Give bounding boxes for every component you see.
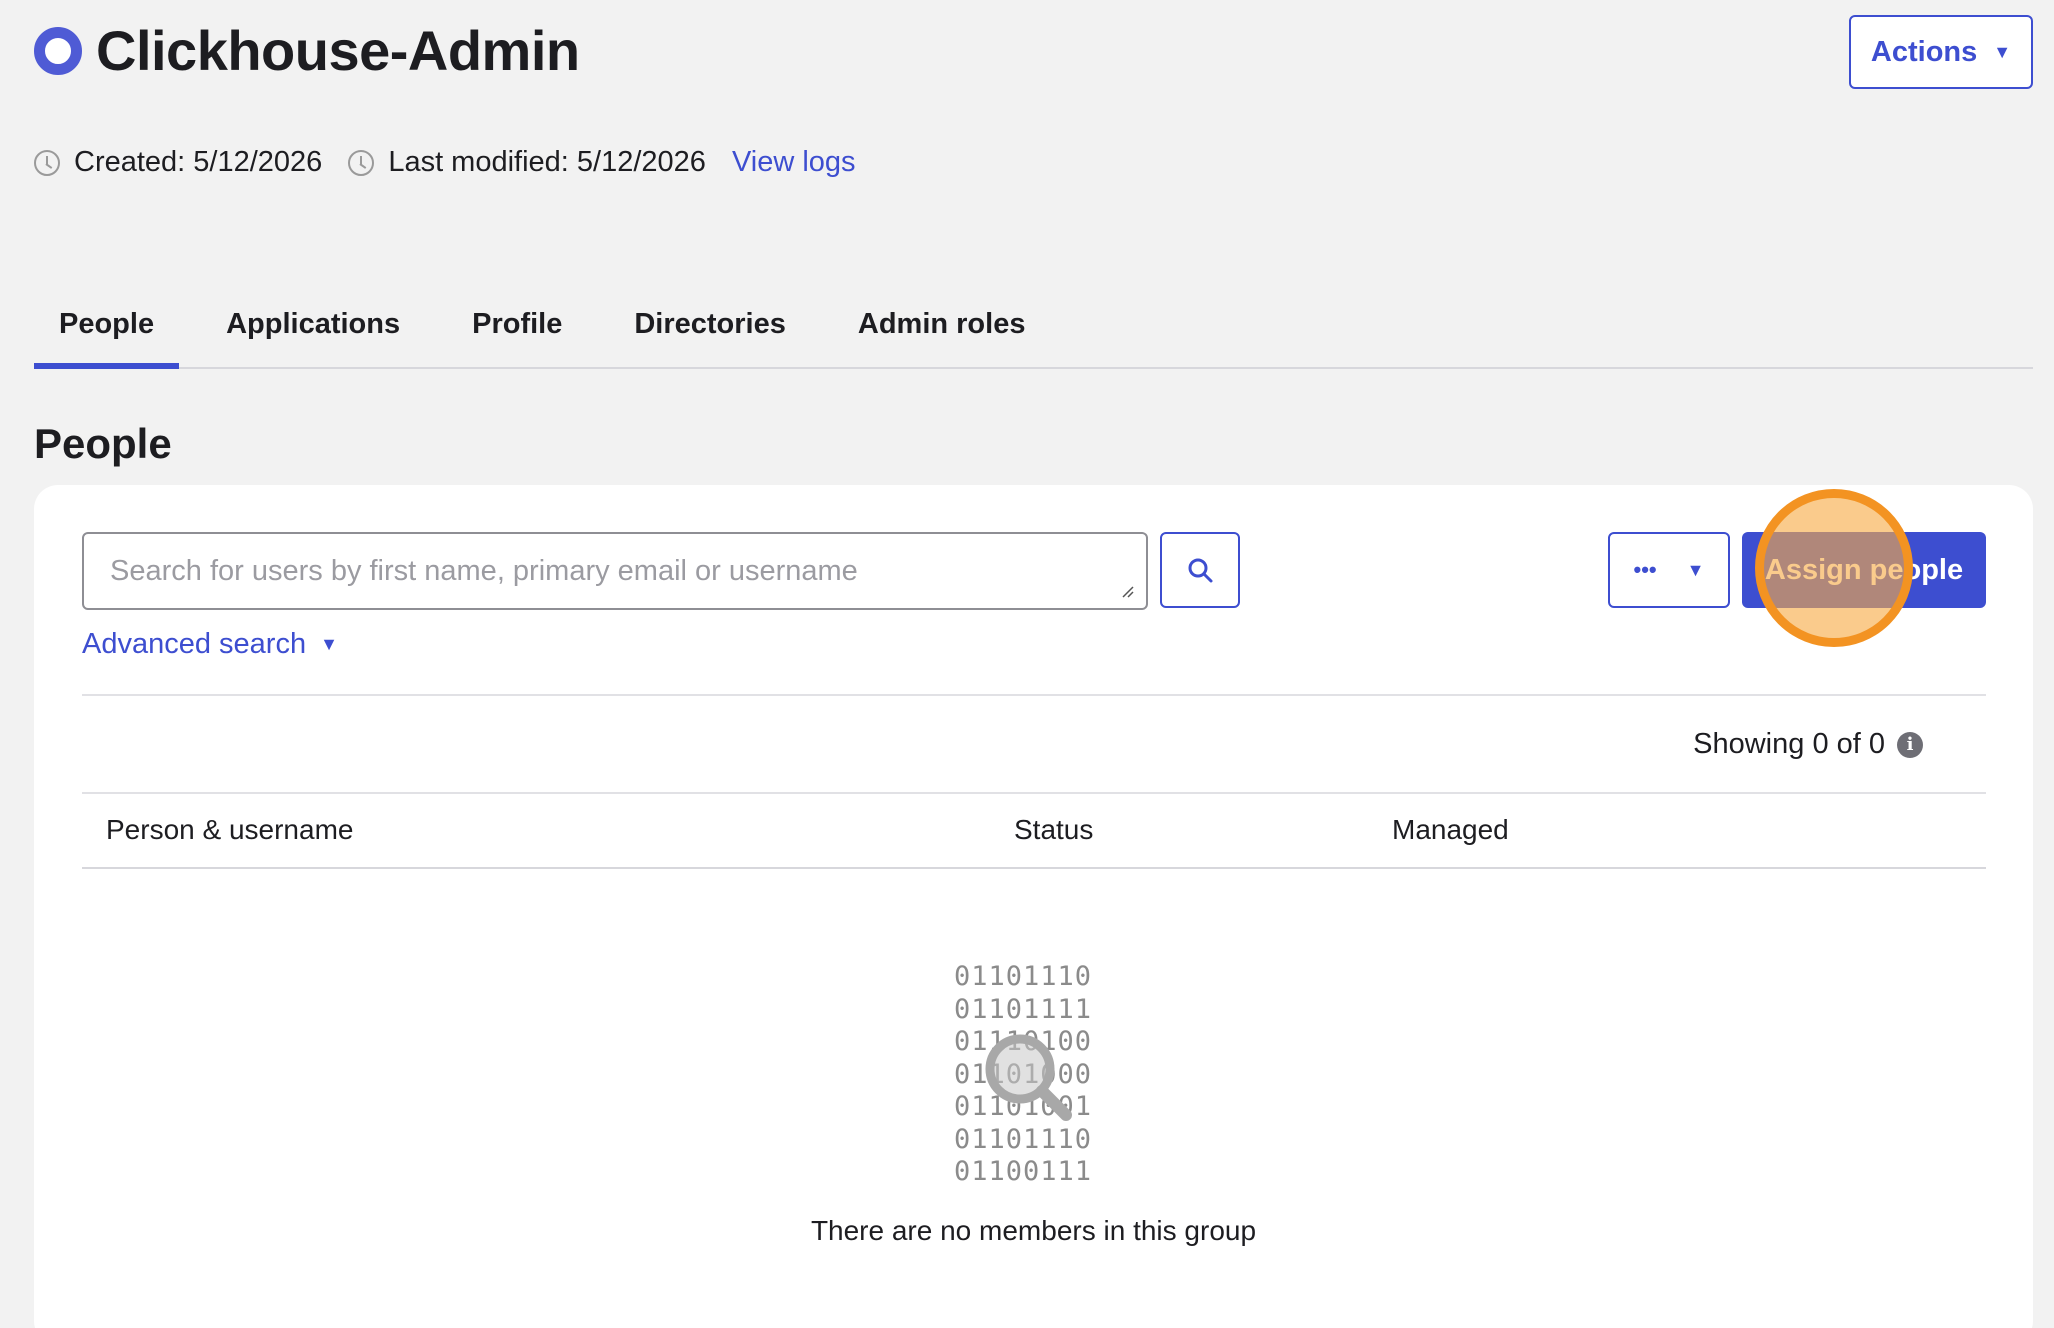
tab-bar: People Applications Profile Directories …: [34, 292, 2033, 369]
more-actions-button[interactable]: ••• ▼: [1608, 532, 1730, 608]
clock-icon: [34, 149, 60, 176]
created-text: Created: 5/12/2026: [74, 146, 323, 178]
divider: [82, 694, 1986, 696]
binary-line: 01101111: [954, 993, 1093, 1025]
column-person-username[interactable]: Person & username: [106, 814, 353, 846]
caret-down-icon: ▼: [1993, 41, 2012, 62]
caret-down-icon: ▼: [320, 634, 338, 654]
actions-label: Actions: [1870, 35, 1978, 68]
search-input[interactable]: Search for users by first name, primary …: [82, 532, 1148, 610]
binary-line: 01101110: [954, 961, 1093, 992]
page-title: Clickhouse-Admin: [96, 19, 580, 82]
people-card: Search for users by first name, primary …: [34, 485, 2033, 1328]
binary-line: 01100111: [954, 1156, 1093, 1187]
click-highlight-marker: [1755, 489, 1913, 647]
magnifier-icon: [985, 1034, 1072, 1121]
tab-directories[interactable]: Directories: [609, 292, 811, 369]
created-info: Created: 5/12/2026: [34, 146, 322, 179]
tab-people[interactable]: People: [34, 292, 180, 369]
search-placeholder: Search for users by first name, primary …: [110, 554, 858, 587]
clock-icon: [348, 149, 375, 176]
tab-applications[interactable]: Applications: [201, 292, 425, 369]
search-button[interactable]: [1160, 532, 1240, 608]
group-ring-icon: [34, 26, 82, 75]
search-icon: [1188, 558, 1213, 583]
tab-profile[interactable]: Profile: [447, 292, 587, 369]
title-row: Clickhouse-Admin: [34, 18, 580, 83]
showing-text: Showing 0 of 0: [1693, 728, 1885, 760]
advanced-search-label: Advanced search: [82, 628, 307, 660]
showing-count: Showing 0 of 0 i: [1693, 728, 1923, 761]
meta-row: Created: 5/12/2026 Last modified: 5/12/2…: [34, 146, 856, 179]
more-dots-icon: •••: [1633, 557, 1657, 582]
section-title: People: [34, 420, 172, 467]
resize-grip-icon[interactable]: [1120, 584, 1134, 598]
modified-text: Last modified: 5/12/2026: [388, 146, 706, 178]
info-icon[interactable]: i: [1897, 731, 1923, 758]
caret-down-icon: ▼: [1686, 559, 1705, 580]
empty-state-illustration: 01101110 01101111 01110100 01101000 0110…: [954, 961, 1124, 1191]
column-managed[interactable]: Managed: [1392, 814, 1509, 846]
modified-info: Last modified: 5/12/2026: [348, 146, 706, 179]
view-logs-link[interactable]: View logs: [732, 146, 856, 179]
actions-button[interactable]: Actions ▼: [1849, 15, 2033, 89]
advanced-search-toggle[interactable]: Advanced search ▼: [82, 628, 338, 661]
table-header: Person & username Status Managed: [82, 794, 1986, 869]
column-status[interactable]: Status: [1014, 814, 1093, 846]
tab-admin-roles[interactable]: Admin roles: [833, 292, 1051, 369]
empty-state-message: There are no members in this group: [810, 1215, 1257, 1246]
